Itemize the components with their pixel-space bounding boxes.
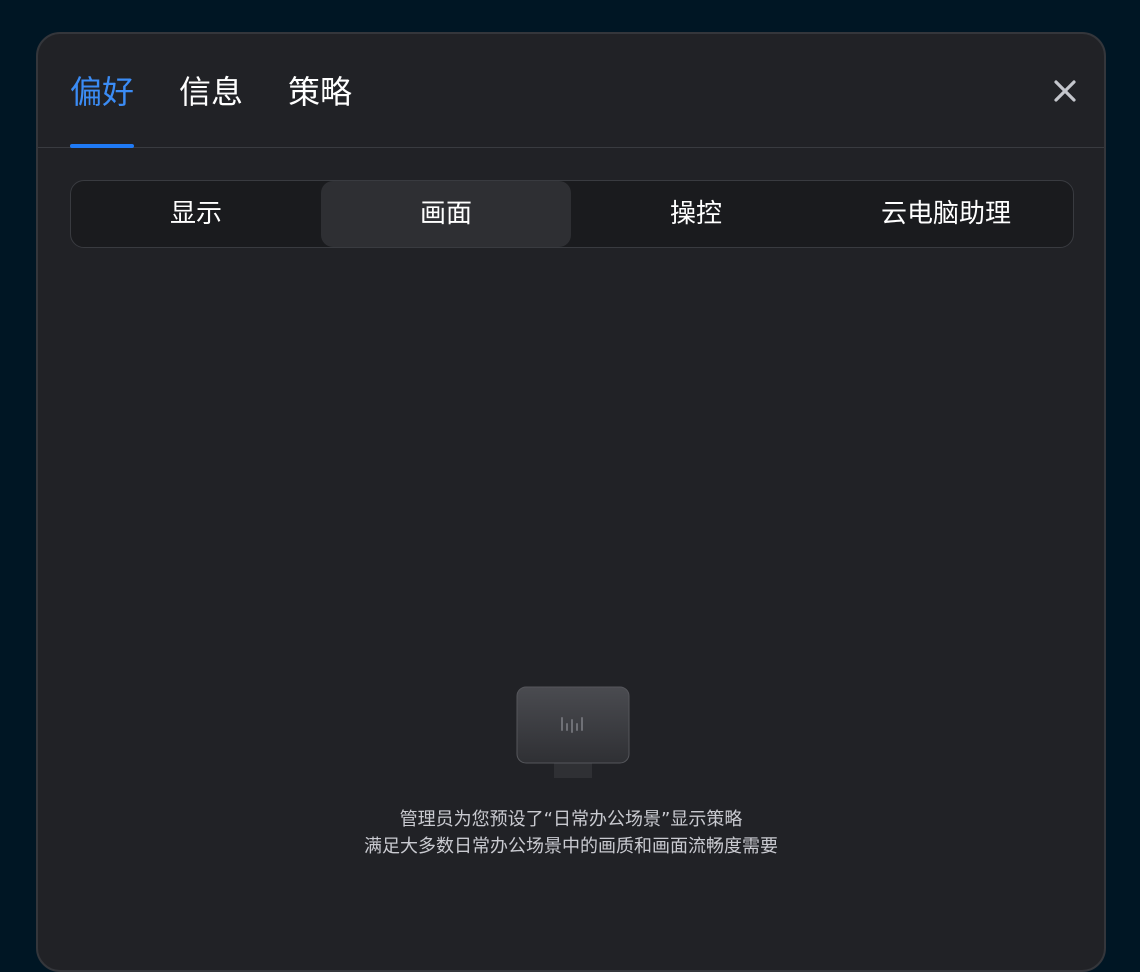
monitor-icon — [516, 686, 630, 780]
tab-label: 策略 — [288, 73, 353, 111]
close-button[interactable] — [1048, 74, 1082, 108]
sub-tab-segmented-control: 显示 画面 操控 云电脑助理 — [70, 180, 1074, 248]
tab-policy[interactable]: 策略 — [288, 70, 352, 148]
dialog-header: 偏好 信息 策略 — [38, 34, 1104, 148]
tab-preferences[interactable]: 偏好 — [70, 70, 135, 148]
close-icon — [1054, 80, 1076, 102]
tab-info[interactable]: 信息 — [179, 70, 243, 148]
segment-assistant[interactable]: 云电脑助理 — [821, 181, 1071, 247]
segment-control[interactable]: 操控 — [571, 181, 821, 247]
segment-picture[interactable]: 画面 — [321, 181, 571, 247]
segment-label: 画面 — [419, 199, 472, 229]
empty-state-line-2: 满足大多数日常办公场景中的画质和画面流畅度需要 — [364, 836, 778, 857]
segment-display[interactable]: 显示 — [71, 181, 321, 247]
settings-dialog: 偏好 信息 策略 显示 画面 操控 云电脑助理 管理员为您预设了“日常办公场景”… — [36, 32, 1106, 972]
segment-label: 云电脑助理 — [880, 199, 1011, 229]
empty-state-line-1: 管理员为您预设了“日常办公场景”显示策略 — [399, 809, 743, 830]
segment-label: 显示 — [169, 199, 222, 229]
segment-label: 操控 — [669, 199, 722, 229]
tab-label: 偏好 — [70, 73, 135, 111]
active-tab-indicator — [70, 144, 135, 148]
tab-label: 信息 — [179, 73, 244, 111]
